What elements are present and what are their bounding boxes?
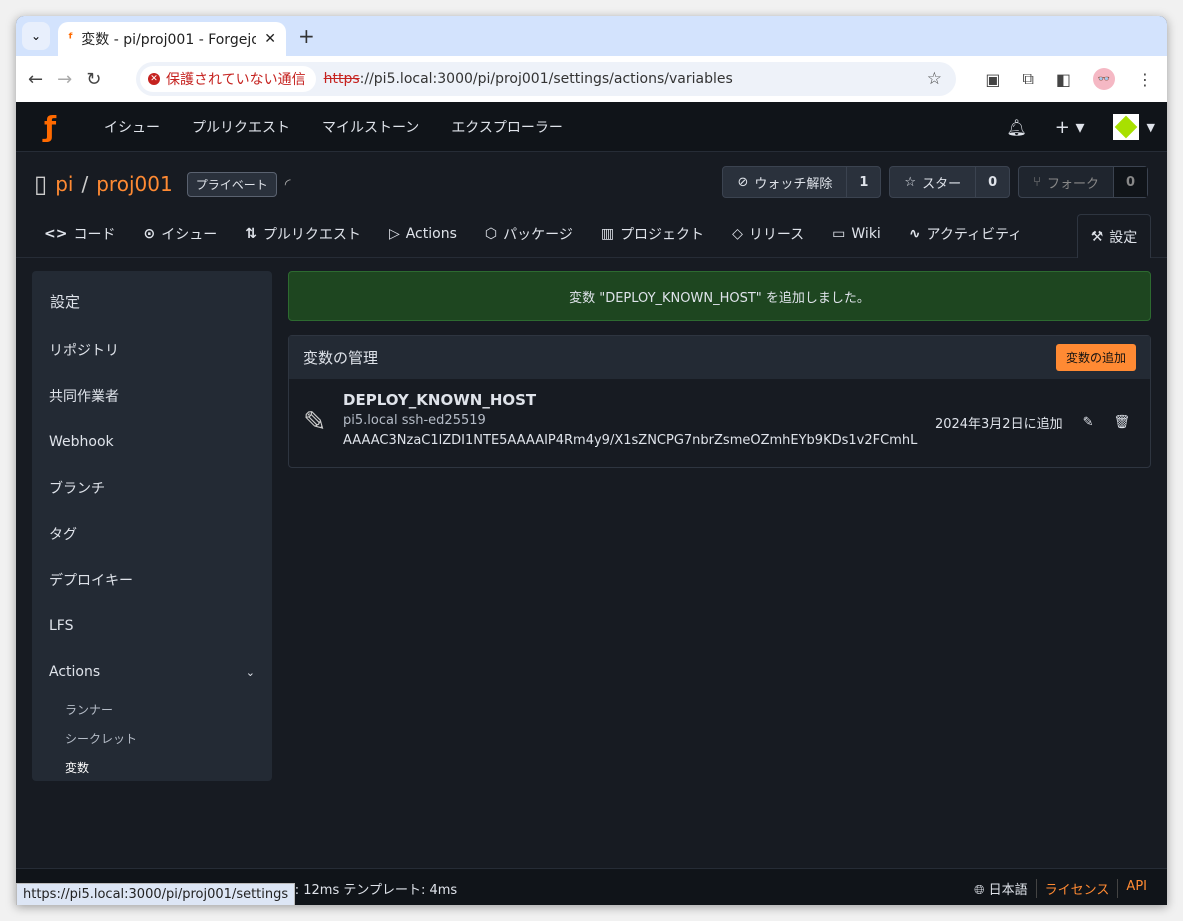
nav-pulls[interactable]: プルリクエスト bbox=[192, 117, 290, 137]
pull-request-icon: ⇅ bbox=[245, 226, 257, 242]
user-avatar[interactable] bbox=[1112, 114, 1139, 140]
nav-milestones[interactable]: マイルストーン bbox=[322, 117, 419, 137]
repo-owner-link[interactable]: pi bbox=[55, 172, 73, 196]
tab-actions[interactable]: ▷ Actions bbox=[389, 226, 457, 242]
browser-toolbar: ← → ↻ ✕ 保護されていない通信 https://pi5.local:3000… bbox=[16, 56, 1167, 102]
chevron-down-icon[interactable]: ▼ bbox=[1147, 121, 1155, 134]
edit-pencil-icon[interactable]: ✎ bbox=[1083, 415, 1094, 430]
reload-icon[interactable]: ↻ bbox=[86, 69, 101, 90]
bookmark-star-icon[interactable]: ☆ bbox=[927, 69, 942, 89]
sidebar-item-repository[interactable]: リポジトリ bbox=[32, 327, 272, 373]
pulse-icon: ∿ bbox=[908, 226, 921, 242]
tab-code[interactable]: <> コード bbox=[44, 224, 115, 244]
star-button[interactable]: ☆ スター 0 bbox=[889, 166, 1011, 198]
tab-activity[interactable]: ∿ アクティビティ bbox=[909, 224, 1022, 244]
star-icon: ☆ bbox=[904, 174, 917, 190]
add-variable-button[interactable]: 変数の追加 bbox=[1055, 344, 1136, 371]
tab-pulls[interactable]: ⇅ プルリクエスト bbox=[245, 224, 361, 244]
create-plus-icon[interactable]: + ▾ bbox=[1055, 117, 1085, 138]
success-flash: 変数 "DEPLOY_KNOWN_HOST" を追加しました。 bbox=[288, 271, 1151, 321]
chevron-down-icon: ⌄ bbox=[245, 665, 255, 679]
issue-icon: ⊙ bbox=[143, 226, 156, 242]
trash-icon[interactable]: 🗑︎ bbox=[1113, 415, 1130, 430]
sidebar-item-branches[interactable]: ブランチ bbox=[32, 465, 272, 511]
sidebar-item-tags[interactable]: タグ bbox=[32, 511, 272, 557]
forward-icon[interactable]: → bbox=[57, 69, 72, 90]
sidebar-item-lfs[interactable]: LFS bbox=[32, 603, 272, 649]
repo-header: ▯ pi / proj001 プライベート ◜ ⊘ ウォッチ解除 1 ☆ スター 0 ⑂ フォ… bbox=[16, 152, 1167, 258]
tab-packages[interactable]: ⬡ パッケージ bbox=[485, 224, 573, 244]
url-text: https://pi5.local:3000/pi/proj001/settin… bbox=[323, 71, 733, 87]
side-panel-icon[interactable]: ◧ bbox=[1056, 70, 1071, 89]
nav-explore[interactable]: エクスプローラー bbox=[451, 117, 563, 137]
sidebar-item-webhook[interactable]: Webhook bbox=[32, 419, 272, 465]
variables-panel: 変数の管理 変数の追加 ✎ DEPLOY_KNOWN_HOST pi5.local… bbox=[288, 335, 1151, 468]
menu-kebab-icon[interactable]: ⋮ bbox=[1137, 70, 1153, 89]
profile-avatar[interactable]: 👓 bbox=[1093, 68, 1115, 90]
book-icon: ▭ bbox=[832, 226, 846, 242]
play-icon: ▷ bbox=[388, 226, 400, 242]
tab-strip: ⌄ ᶠ 変数 - pi/proj001 - Forgejo ✕ + bbox=[16, 16, 1167, 56]
extensions-puzzle-icon[interactable]: ⧉ bbox=[1022, 69, 1033, 89]
project-icon: ▥ bbox=[600, 226, 615, 242]
tab-releases[interactable]: ◇ リリース bbox=[732, 224, 804, 244]
pencil-icon: ✎ bbox=[303, 405, 327, 438]
tab-settings[interactable]: ⚒ 設定 bbox=[1077, 214, 1151, 258]
extension-icon[interactable]: ▣ bbox=[985, 70, 1000, 89]
settings-sidebar: 設定 リポジトリ 共同作業者 Webhook ブランチ タグ デプロイキー LF… bbox=[32, 271, 272, 781]
added-date: 2024年3月2日に追加 bbox=[934, 417, 1063, 432]
nav-issues[interactable]: イシュー bbox=[104, 117, 160, 137]
language-selector[interactable]: 🌐︎ 日本語 bbox=[974, 879, 1028, 898]
warning-icon: ✕ bbox=[148, 73, 160, 85]
tools-icon: ⚒ bbox=[1090, 228, 1104, 245]
sidebar-item-deploy-keys[interactable]: デプロイキー bbox=[32, 557, 272, 603]
variable-item: ✎ DEPLOY_KNOWN_HOST pi5.local ssh-ed2551… bbox=[303, 391, 1130, 448]
license-link[interactable]: ライセンス bbox=[1045, 879, 1110, 898]
footer: ページ: 12ms テンプレート: 4ms 🌐︎ 日本語 ライセンス API htt… bbox=[16, 868, 1167, 905]
forgejo-logo[interactable]: ƒ bbox=[44, 110, 68, 143]
panel-title: 変数の管理 bbox=[303, 349, 379, 367]
sidebar-item-secrets[interactable]: シークレット bbox=[32, 724, 272, 753]
repo-name-link[interactable]: proj001 bbox=[96, 172, 172, 196]
tag-icon: ◇ bbox=[732, 226, 743, 242]
tab-issues[interactable]: ⊙ イシュー bbox=[143, 224, 217, 244]
address-bar[interactable]: ✕ 保護されていない通信 https://pi5.local:3000/pi/pr… bbox=[136, 62, 956, 96]
browser-tab[interactable]: ᶠ 変数 - pi/proj001 - Forgejo ✕ bbox=[58, 22, 286, 56]
sidebar-item-runners[interactable]: ランナー bbox=[32, 695, 272, 724]
sidebar-item-variables[interactable]: 変数 bbox=[32, 753, 272, 782]
browser-window: ⌄ ᶠ 変数 - pi/proj001 - Forgejo ✕ + ← → ↻ … bbox=[16, 16, 1167, 905]
security-indicator[interactable]: ✕ 保護されていない通信 bbox=[140, 66, 316, 92]
rss-icon[interactable]: ◜ bbox=[285, 175, 291, 193]
sidebar-item-actions[interactable]: Actions ⌄ bbox=[32, 649, 272, 695]
private-badge: プライベート bbox=[186, 171, 277, 197]
close-tab-icon[interactable]: ✕ bbox=[264, 31, 276, 47]
tab-wiki[interactable]: ▭ Wiki bbox=[832, 226, 881, 242]
back-icon[interactable]: ← bbox=[28, 69, 43, 90]
repo-icon: ▯ bbox=[34, 170, 48, 198]
sidebar-item-collaborators[interactable]: 共同作業者 bbox=[32, 373, 272, 419]
tab-projects[interactable]: ▥ プロジェクト bbox=[601, 224, 704, 244]
fork-icon: ⑂ bbox=[1033, 174, 1041, 190]
code-icon: <> bbox=[44, 226, 68, 242]
watch-button[interactable]: ⊘ ウォッチ解除 1 bbox=[722, 166, 882, 198]
forgejo-favicon-icon: ᶠ bbox=[68, 31, 74, 47]
package-icon: ⬡ bbox=[484, 226, 498, 242]
tab-search-button[interactable]: ⌄ bbox=[22, 22, 50, 50]
bell-icon[interactable]: 🔔︎ bbox=[1006, 118, 1026, 137]
fork-button[interactable]: ⑂ フォーク 0 bbox=[1018, 166, 1148, 198]
sidebar-title: 設定 bbox=[50, 293, 81, 311]
api-link[interactable]: API bbox=[1126, 879, 1147, 898]
top-nav: ƒ イシュー プルリクエスト マイルストーン エクスプローラー 🔔︎ + ▾ ▼ bbox=[16, 102, 1167, 152]
status-bar-url: https://pi5.local:3000/pi/proj001/settin… bbox=[16, 883, 296, 905]
eye-slash-icon: ⊘ bbox=[737, 174, 749, 190]
new-tab-button[interactable]: + bbox=[298, 24, 315, 48]
